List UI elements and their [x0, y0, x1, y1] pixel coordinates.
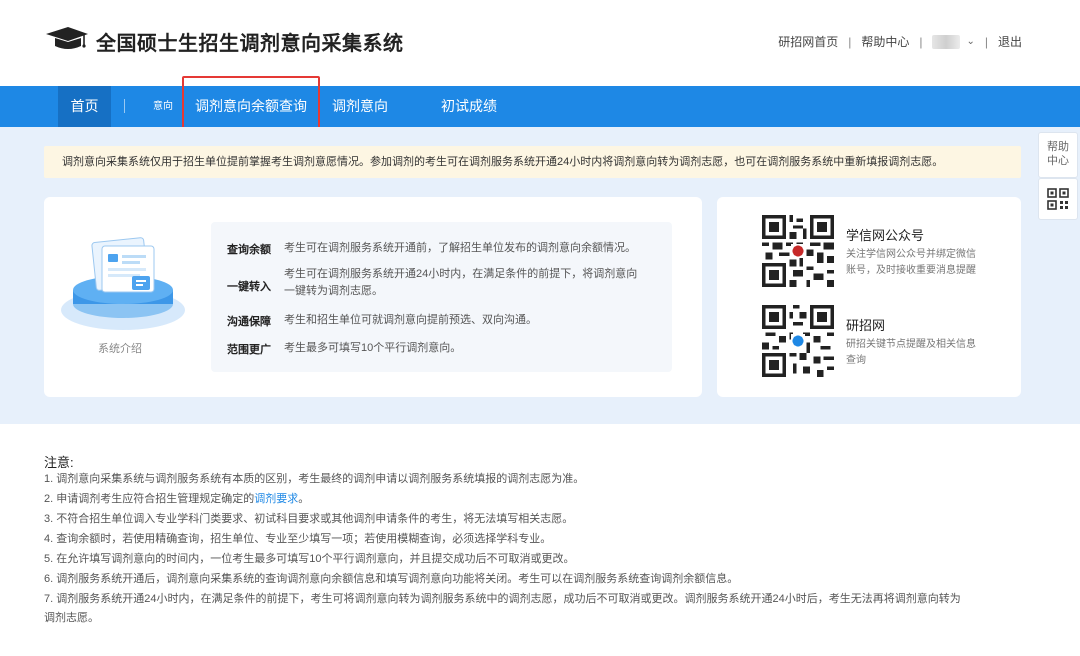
note-text: 2. 申请调剂考生应符合招生管理规定确定的 [44, 493, 255, 505]
note-item: 4. 查询余额时，若使用精确查询，招生单位、专业至少填写一项；若使用模糊查询，必… [44, 533, 552, 545]
document-platform-illustration [61, 237, 185, 330]
link-yanzhao-home[interactable]: 研招网首页 [778, 33, 838, 50]
link-help-center[interactable]: 帮助中心 [861, 33, 909, 50]
nav-initial-score[interactable]: 初试成绩 [441, 86, 497, 127]
note-item: 1. 调剂意向采集系统与调剂服务系统有本质的区别，考生最终的调剂申请以调剂服务系… [44, 473, 585, 485]
feature-desc-one-click-transfer-line1: 考生可在调剂服务系统开通24小时内，在满足条件的前提下，将调剂意向 [284, 268, 638, 280]
qr-desc-yanzhao-line1: 研招关键节点提醒及相关信息 [846, 339, 976, 350]
qr-desc-xuexin-line2: 账号，及时接收重要消息提醒 [846, 265, 976, 276]
nav-intention[interactable]: 调剂意向 [332, 86, 388, 127]
note-item: 6. 调剂服务系统开通后，调剂意向采集系统的查询调剂意向余额信息和填写调剂意向功… [44, 573, 739, 585]
feature-desc-query-balance: 考生可在调剂服务系统开通前，了解招生单位发布的调剂意向余额情况。 [284, 242, 636, 254]
logout-link[interactable]: 退出 [998, 33, 1022, 50]
side-help-label: 帮助中心 [1047, 141, 1069, 167]
feature-desc-one-click-transfer-line2: 一键转为调剂志愿。 [284, 285, 383, 297]
separator: | [919, 34, 923, 49]
feature-desc-wider-scope: 考生最多可填写10个平行调剂意向。 [284, 342, 462, 354]
feature-label-query-balance: 查询余额 [227, 244, 271, 256]
qr-desc-xuexin-line1: 关注学信网公众号并绑定微信 [846, 249, 976, 260]
adjustment-requirements-link[interactable]: 调剂要求 [254, 493, 298, 505]
separator: | [848, 34, 852, 49]
yanzhao-qr-code [762, 305, 834, 377]
note-item: 7. 调剂服务系统开通24小时内，在满足条件的前提下，考生可将调剂意向转为调剂服… [44, 593, 961, 605]
feature-label-wider-scope: 范围更广 [227, 344, 271, 356]
qr-title-xuexin: 学信网公众号 [846, 228, 925, 243]
nav-home[interactable]: 首页 [58, 86, 111, 127]
qr-title-yanzhao: 研招网 [846, 318, 886, 333]
note-item: 调剂志愿。 [44, 612, 99, 624]
nav-small-label[interactable]: 意向 [153, 86, 173, 127]
feature-label-communication: 沟通保障 [227, 316, 271, 328]
side-help-center-button[interactable]: 帮助中心 [1038, 132, 1078, 178]
header: 全国硕士生招生调剂意向采集系统 研招网首页 | 帮助中心 | ⌄ | 退出 [0, 0, 1080, 86]
notice-banner: 调剂意向采集系统仅用于招生单位提前掌握考生调剂意愿情况。参加调剂的考生可在调剂服… [44, 146, 1021, 178]
note-item: 3. 不符合招生单位调入专业学科门类要求、初试科目要求或其他调剂申请条件的考生，… [44, 513, 574, 525]
feature-label-one-click-transfer: 一键转入 [227, 281, 271, 293]
note-item: 5. 在允许填写调剂意向的时间内，一位考生最多可填写10个平行调剂意向，并且提交… [44, 553, 575, 565]
system-intro-caption: 系统介绍 [98, 343, 142, 355]
separator: | [984, 34, 988, 49]
qr-code-icon [1047, 188, 1069, 210]
note-item: 2. 申请调剂考生应符合招生管理规定确定的调剂要求。 [44, 491, 1024, 508]
graduation-cap-icon [46, 27, 88, 49]
qr-desc-yanzhao-line2: 查询 [846, 355, 866, 366]
site-title: 全国硕士生招生调剂意向采集系统 [96, 33, 404, 55]
chevron-down-icon[interactable]: ⌄ [966, 36, 974, 47]
xuexin-qr-code [762, 215, 834, 287]
feature-desc-communication: 考生和招生单位可就调剂意向提前预选、双向沟通。 [284, 314, 537, 326]
note-text: 。 [298, 493, 310, 505]
side-qr-button[interactable] [1038, 178, 1078, 220]
user-name-blurred[interactable] [932, 34, 961, 49]
nav-separator [124, 99, 125, 113]
notes-title: 注意: [44, 455, 74, 470]
main-nav: 首页 意向 调剂意向余额查询 调剂意向 初试成绩 [0, 86, 1080, 127]
top-links: 研招网首页 | 帮助中心 | ⌄ | 退出 [778, 33, 1022, 50]
